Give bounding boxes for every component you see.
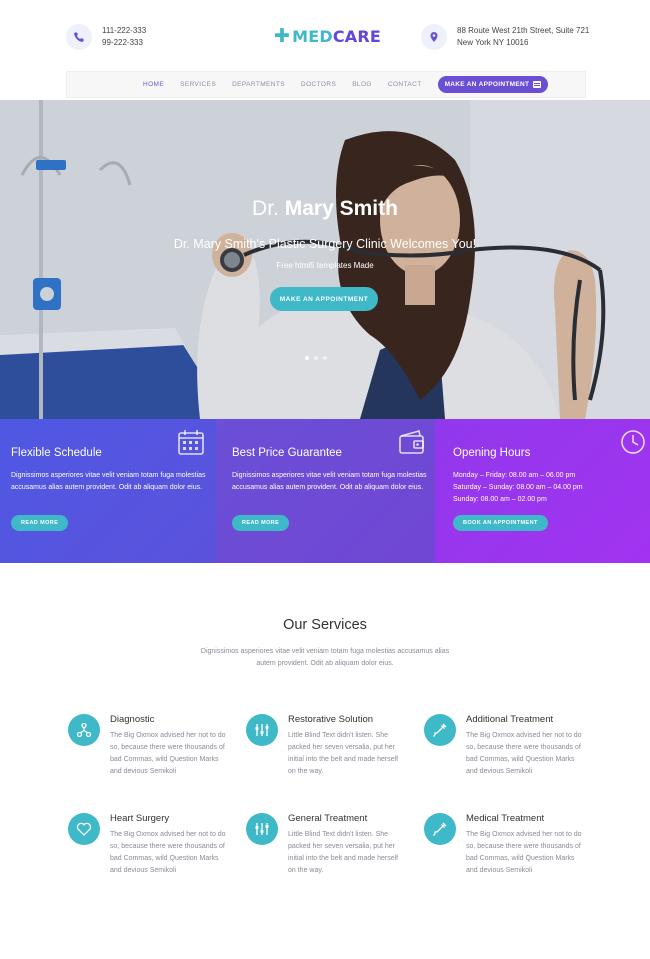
service-text: The Big Oxmox advised her not to do so, … xyxy=(466,732,582,775)
hero-title: Dr. Mary Smith xyxy=(0,197,650,221)
hero-appointment-button[interactable]: MAKE AN APPOINTMENT xyxy=(270,287,378,311)
nav-item-doctors[interactable]: DOCTORS xyxy=(301,81,336,88)
wallet-icon xyxy=(399,429,424,454)
nav-item-home[interactable]: HOME xyxy=(143,81,164,88)
service-text: The Big Oxmox advised her not to do so, … xyxy=(110,732,226,775)
service-title: Medical Treatment xyxy=(466,813,545,824)
slider-dot-3[interactable] xyxy=(323,356,327,360)
nav-item-blog[interactable]: BLOG xyxy=(352,81,372,88)
info-box-title: Opening Hours xyxy=(453,447,531,459)
logo-text-med: MED xyxy=(292,27,333,46)
phone-number-1[interactable]: 111-222-333 xyxy=(102,25,146,37)
read-more-button[interactable]: READ MORE xyxy=(11,515,69,531)
slider-dots xyxy=(305,356,327,360)
slider-dot-2[interactable] xyxy=(314,356,318,360)
slider-dot-1[interactable] xyxy=(305,356,309,360)
service-item-additional-treatment[interactable]: Additional Treatment The Big Oxmox advis… xyxy=(424,714,594,794)
service-item-restorative-solution[interactable]: Restorative Solution Little Blind Text d… xyxy=(246,714,416,794)
service-title: Additional Treatment xyxy=(466,714,554,725)
address-block: 88 Route West 21th Street, Suite 721 New… xyxy=(421,24,589,50)
service-text: Little Blind Text didn't listen. She pac… xyxy=(288,732,399,775)
service-item-heart-surgery[interactable]: Heart Surgery The Big Oxmox advised her … xyxy=(68,813,238,893)
nav-item-contact[interactable]: CONTACT xyxy=(388,81,422,88)
service-title: Heart Surgery xyxy=(110,813,170,824)
hero-slider: Dr. Mary Smith Dr. Mary Smith's Plastic … xyxy=(0,100,650,419)
sliders-icon xyxy=(246,714,278,746)
calendar-icon xyxy=(178,430,204,455)
info-box-text: Dignissimos asperiores vitae velit venia… xyxy=(232,472,427,491)
hero-doctor-image xyxy=(0,100,650,419)
services-heading: Our Services xyxy=(283,617,367,633)
hero-title-prefix: Dr. xyxy=(252,197,279,220)
phone-block: 111-222-333 99-222-333 xyxy=(66,24,146,50)
syringe-icon xyxy=(424,714,456,746)
menu-grid-icon xyxy=(533,81,542,88)
syringe-icon xyxy=(424,813,456,845)
read-more-button[interactable]: READ MORE xyxy=(232,515,290,531)
service-item-medical-treatment[interactable]: Medical Treatment The Big Oxmox advised … xyxy=(424,813,594,893)
nav-appointment-label: MAKE AN APPOINTMENT xyxy=(444,81,530,88)
services-intro: Dignissimos asperiores vitae velit venia… xyxy=(200,648,450,667)
info-box-title: Flexible Schedule xyxy=(11,447,102,459)
hero-title-name: Mary Smith xyxy=(284,197,398,220)
opening-hours-sunday: Sunday: 08.00 am – 02.00 pm xyxy=(453,496,547,503)
location-pin-icon xyxy=(421,24,447,50)
opening-hours-list: Monday – Friday: 08.00 am – 06.00 pm Sat… xyxy=(453,470,650,506)
info-box-flexible-schedule: Flexible Schedule Dignissimos asperiores… xyxy=(0,419,216,563)
nav-item-departments[interactable]: DEPARTMENTS xyxy=(232,81,285,88)
phone-number-2[interactable]: 99-222-333 xyxy=(102,37,146,49)
hero-subtitle: Dr. Mary Smith's Plastic Surgery Clinic … xyxy=(173,237,477,251)
main-nav: HOME SERVICES DEPARTMENTS DOCTORS BLOG C… xyxy=(66,71,586,98)
service-text: The Big Oxmox advised her not to do so, … xyxy=(466,831,582,874)
service-item-general-treatment[interactable]: General Treatment Little Blind Text didn… xyxy=(246,813,416,893)
site-logo[interactable]: ✚ MED CARE xyxy=(274,25,382,47)
service-item-diagnostic[interactable]: Diagnostic The Big Oxmox advised her not… xyxy=(68,714,238,794)
info-box-best-price: Best Price Guarantee Dignissimos asperio… xyxy=(216,419,435,563)
sliders-icon xyxy=(246,813,278,845)
service-text: The Big Oxmox advised her not to do so, … xyxy=(110,831,226,874)
service-title: Restorative Solution xyxy=(288,714,374,725)
opening-hours-weekdays: Monday – Friday: 08.00 am – 06.00 pm xyxy=(453,472,576,479)
hero-tagline: Free html5 templates Made xyxy=(276,261,374,270)
heart-icon xyxy=(68,813,100,845)
info-box-title: Best Price Guarantee xyxy=(232,447,342,459)
address-line-2: New York NY 10016 xyxy=(457,38,529,47)
phone-icon xyxy=(66,24,92,50)
nav-item-services[interactable]: SERVICES xyxy=(180,81,216,88)
service-title: Diagnostic xyxy=(110,714,155,725)
clock-icon xyxy=(621,430,645,454)
service-text: Little Blind Text didn't listen. She pac… xyxy=(288,831,399,874)
info-box-text: Dignissimos asperiores vitae velit venia… xyxy=(11,472,206,491)
top-bar: 111-222-333 99-222-333 ✚ MED CARE 88 Rou… xyxy=(0,0,650,70)
plus-logo-icon: ✚ xyxy=(274,25,291,47)
logo-text-care: CARE xyxy=(332,27,382,46)
network-icon xyxy=(68,714,100,746)
nav-appointment-button[interactable]: MAKE AN APPOINTMENT xyxy=(437,76,549,93)
info-box-opening-hours: Opening Hours Monday – Friday: 08.00 am … xyxy=(435,419,650,563)
address-line-1: 88 Route West 21th Street, Suite 721 xyxy=(457,26,590,35)
opening-hours-saturday: Saturday – Sunday: 08.00 am – 04.00 pm xyxy=(453,484,583,491)
service-title: General Treatment xyxy=(288,813,368,824)
book-appointment-button[interactable]: BOOK AN APPOINTMENT xyxy=(453,515,548,531)
